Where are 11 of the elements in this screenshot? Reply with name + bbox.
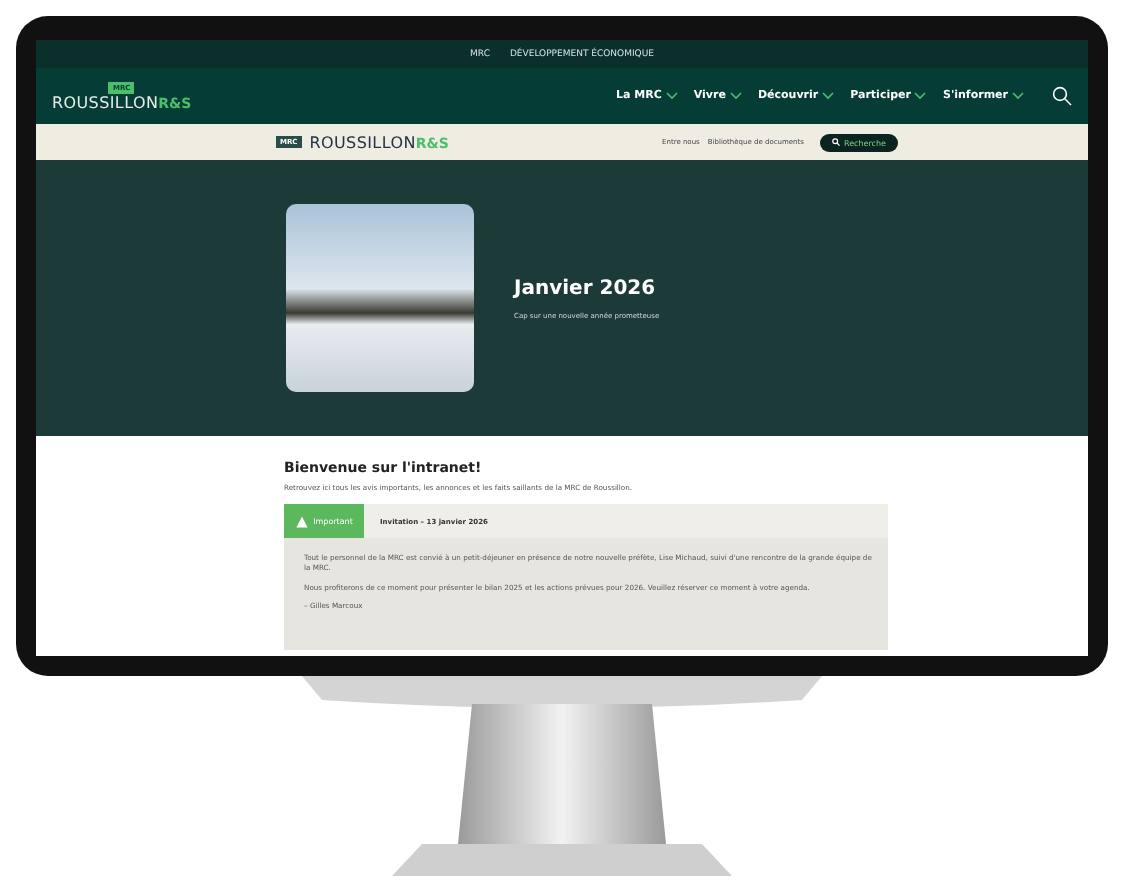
chevron-icon [822,92,835,100]
chevron-icon [665,92,678,100]
hero-title: Janvier 2026 [514,277,658,299]
logo-name[interactable]: ROUSSILLON [52,93,159,111]
warning-icon [295,515,308,527]
logo-name[interactable]: ROUSSILLON [309,133,416,151]
chevron-icon [729,92,742,100]
search-icon [831,138,840,146]
search-icon[interactable] [1052,86,1072,106]
chevron-icon [914,92,927,100]
chevron-icon [1012,92,1024,100]
